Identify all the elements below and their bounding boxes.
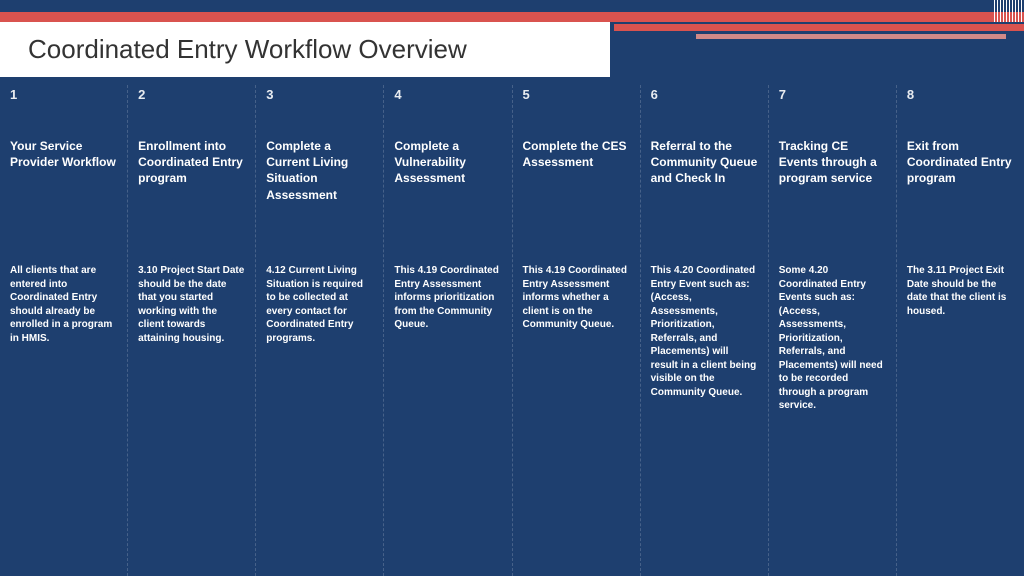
step-title: Complete the CES Assessment: [523, 138, 630, 248]
workflow-grid: 1 Your Service Provider Workflow All cli…: [0, 85, 1024, 576]
workflow-step: 1 Your Service Provider Workflow All cli…: [0, 85, 127, 576]
red-accent-bars: [610, 22, 1024, 44]
step-number: 1: [10, 87, 117, 102]
step-number: 7: [779, 87, 886, 102]
red-bar-2: [696, 34, 1006, 39]
workflow-step: 2 Enrollment into Coordinated Entry prog…: [127, 85, 255, 576]
step-number: 4: [394, 87, 501, 102]
workflow-step: 7 Tracking CE Events through a program s…: [768, 85, 896, 576]
top-bar: [0, 0, 1024, 22]
step-number: 6: [651, 87, 758, 102]
workflow-step: 3 Complete a Current Living Situation As…: [255, 85, 383, 576]
workflow-step: 4 Complete a Vulnerability Assessment Th…: [383, 85, 511, 576]
step-body: 4.12 Current Living Situation is require…: [266, 264, 373, 345]
workflow-step: 8 Exit from Coordinated Entry program Th…: [896, 85, 1024, 576]
step-title: Complete a Vulnerability Assessment: [394, 138, 501, 248]
step-title: Your Service Provider Workflow: [10, 138, 117, 248]
step-title: Enrollment into Coordinated Entry progra…: [138, 138, 245, 248]
step-body: This 4.19 Coordinated Entry Assessment i…: [394, 264, 501, 332]
step-body: This 4.19 Coordinated Entry Assessment i…: [523, 264, 630, 332]
step-number: 3: [266, 87, 373, 102]
step-number: 2: [138, 87, 245, 102]
step-title: Tracking CE Events through a program ser…: [779, 138, 886, 248]
red-stripe: [0, 12, 1024, 22]
step-body: All clients that are entered into Coordi…: [10, 264, 117, 345]
page-title: Coordinated Entry Workflow Overview: [28, 34, 467, 65]
workflow-step: 5 Complete the CES Assessment This 4.19 …: [512, 85, 640, 576]
title-band: Coordinated Entry Workflow Overview: [0, 22, 610, 77]
step-title: Complete a Current Living Situation Asse…: [266, 138, 373, 248]
step-number: 5: [523, 87, 630, 102]
step-title: Referral to the Community Queue and Chec…: [651, 138, 758, 248]
step-number: 8: [907, 87, 1014, 102]
red-bar-1: [614, 24, 1024, 31]
edge-lines-decoration: [994, 0, 1024, 22]
step-body: The 3.11 Project Exit Date should be the…: [907, 264, 1014, 318]
step-body: This 4.20 Coordinated Entry Event such a…: [651, 264, 758, 399]
step-body: Some 4.20 Coordinated Entry Events such …: [779, 264, 886, 413]
step-body: 3.10 Project Start Date should be the da…: [138, 264, 245, 345]
workflow-step: 6 Referral to the Community Queue and Ch…: [640, 85, 768, 576]
step-title: Exit from Coordinated Entry program: [907, 138, 1014, 248]
